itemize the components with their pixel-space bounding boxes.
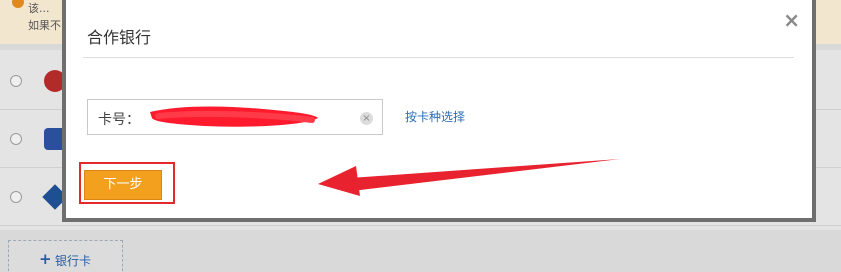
modal-overlay-frame: 合作银行 × 卡号： × 按卡种选择 下一步 — [62, 0, 816, 222]
card-number-label: 卡号： — [98, 112, 140, 128]
warning-icon — [12, 0, 24, 8]
plus-icon: + — [39, 250, 52, 268]
bank-radio[interactable] — [10, 191, 22, 203]
close-icon[interactable]: × — [783, 10, 800, 30]
next-step-button[interactable]: 下一步 — [84, 170, 162, 200]
dialog-divider — [83, 57, 794, 58]
bank-radio[interactable] — [10, 133, 22, 145]
card-number-field[interactable]: 卡号： × — [87, 99, 383, 135]
dialog-title: 合作银行 — [87, 28, 152, 47]
clear-input-icon[interactable]: × — [360, 112, 373, 125]
partner-bank-dialog: 合作银行 × 卡号： × 按卡种选择 下一步 — [66, 0, 812, 218]
bank-radio[interactable] — [10, 75, 22, 87]
select-by-card-type-link[interactable]: 按卡种选择 — [405, 108, 465, 125]
add-bank-card-button[interactable]: + 银行卡 — [8, 240, 123, 272]
redaction-scribble — [150, 106, 318, 127]
add-bank-card-label: 银行卡 — [55, 254, 92, 268]
notice-text-line1: 该... — [28, 2, 50, 15]
